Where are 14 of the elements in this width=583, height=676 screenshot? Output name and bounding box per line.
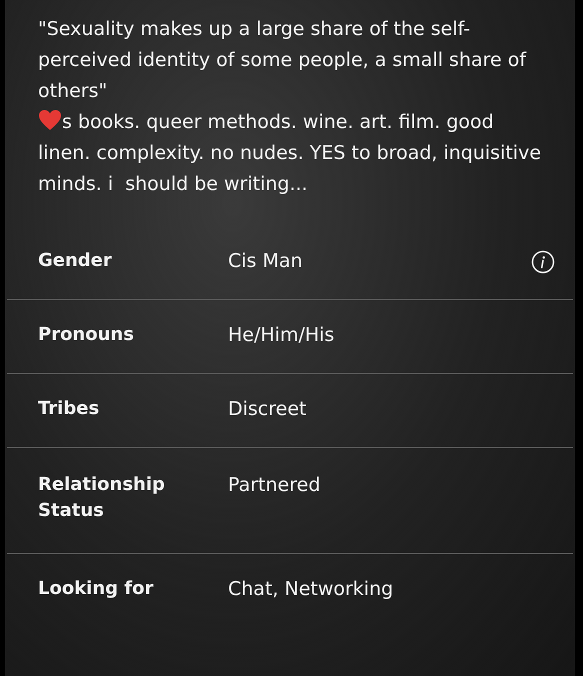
detail-label: Pronouns <box>38 323 135 347</box>
detail-label: Tribes <box>38 397 100 421</box>
info-icon[interactable] <box>531 250 555 274</box>
detail-value: Chat, Networking <box>228 577 394 602</box>
detail-label: Gender <box>38 249 113 273</box>
bio-text: s books. queer methods. wine. art. film. good linen. complexity. no nudes. YES to broad, inquisitive minds. i should be writing... <box>38 108 542 197</box>
detail-value: Cis Man <box>228 249 304 274</box>
bio-quote: "Sexuality makes up a large share of the self-perceived identity of some people, a small share of others" <box>38 17 528 104</box>
detail-label: Relationship Status <box>38 473 166 523</box>
detail-value: Partnered <box>228 473 322 498</box>
detail-label: Looking for <box>38 577 154 601</box>
heart-icon <box>38 109 62 131</box>
detail-value: He/Him/His <box>228 323 336 348</box>
detail-value: Discreet <box>228 397 308 422</box>
